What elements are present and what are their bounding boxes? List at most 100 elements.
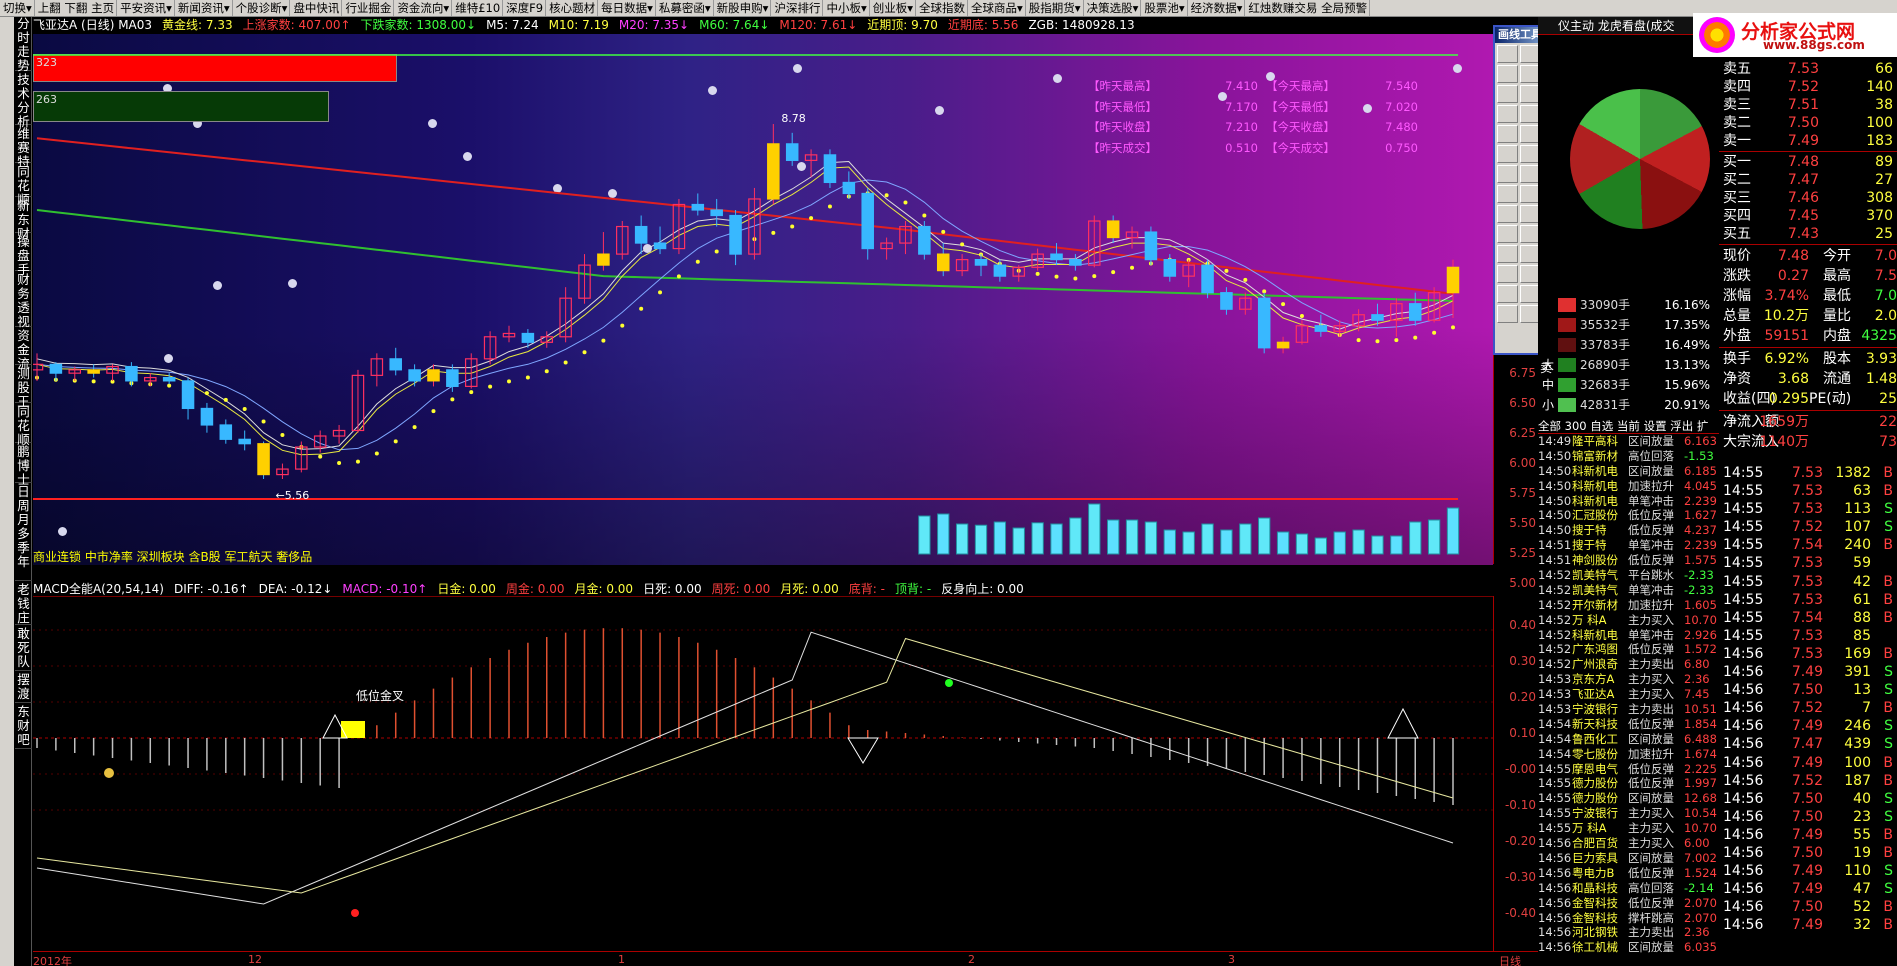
alert-row[interactable]: 14:52 科新机电 单笔冲击 2.926 [1538, 628, 1719, 643]
menu-item[interactable]: 红烛数赚交易 全局预警 [1245, 0, 1371, 16]
alert-row[interactable]: 14:51 神剑股份 低位反弹 1.575 [1538, 553, 1719, 568]
menu-item[interactable]: 股指期货▾ [1026, 0, 1084, 16]
alert-row[interactable]: 14:55 宁波银行 主力买入 10.54 [1538, 806, 1719, 821]
left-tab[interactable]: 测股王 [15, 367, 32, 409]
drawing-tool-button[interactable] [1497, 265, 1518, 283]
tick-price: 7.49 [1791, 664, 1823, 681]
right-tabs-text[interactable]: 仪主动 龙虎看盘(成交 [1538, 19, 1675, 33]
alert-row[interactable]: 14:52 开尔新材 加速拉升 1.605 [1538, 598, 1719, 613]
drawing-tool-button[interactable] [1497, 85, 1518, 103]
alert-row[interactable]: 14:56 金智科技 撑杆跳高 2.070 [1538, 911, 1719, 926]
drawing-tool-button[interactable] [1497, 305, 1518, 323]
menu-item[interactable]: 沪深排行 [771, 0, 824, 16]
drawing-tool-button[interactable] [1497, 225, 1518, 243]
alert-row[interactable]: 14:52 广东鸿图 低位反弹 1.572 [1538, 642, 1719, 657]
menu-item[interactable]: 盘中快讯 [290, 0, 343, 16]
alert-row[interactable]: 14:50 搜于特 低位反弹 4.237 [1538, 523, 1719, 538]
menu-item[interactable]: 股票池▾ [1141, 0, 1188, 16]
alert-row[interactable]: 14:56 徐工机械 区间放量 6.035 [1538, 940, 1719, 955]
left-tab[interactable]: 东财吧 [15, 705, 32, 749]
alert-row[interactable]: 14:50 汇冠股份 低位反弹 1.627 [1538, 508, 1719, 523]
alert-row[interactable]: 14:50 锦富新材 高位回落 -1.53 [1538, 449, 1719, 464]
menu-item[interactable]: 切换▾ [0, 0, 35, 16]
alert-value: 1.997 [1684, 776, 1717, 791]
alert-row[interactable]: 14:50 科新机电 加速拉升 4.045 [1538, 479, 1719, 494]
menu-item[interactable]: 上翻 下翻 主页 [35, 0, 118, 16]
menu-item[interactable]: 新股申购▾ [714, 0, 772, 16]
alert-row[interactable]: 14:50 科新机电 区间放量 6.185 [1538, 464, 1719, 479]
alert-list[interactable]: 全部 300 自选 当前 设置 浮出 扩 14:49 隆平高科 区间放量 6.163 1… [1538, 418, 1719, 955]
tick-time: 14:56 [1723, 700, 1764, 717]
alert-row[interactable]: 14:54 新天科技 低位反弹 1.854 [1538, 717, 1719, 732]
alert-list-header[interactable]: 全部 300 自选 当前 设置 浮出 扩 [1538, 418, 1719, 434]
left-tab[interactable]: 新东财 [15, 199, 32, 241]
menu-item[interactable]: 个股诊断▾ [233, 0, 291, 16]
menu-item[interactable]: 资金流向▾ [394, 0, 453, 16]
alert-row[interactable]: 14:56 粤电力B 低位反弹 1.524 [1538, 866, 1719, 881]
alert-row[interactable]: 14:55 万 科A 主力买入 10.70 [1538, 821, 1719, 836]
alert-row[interactable]: 14:50 科新机电 单笔冲击 2.239 [1538, 494, 1719, 509]
menu-item[interactable]: 创业板▾ [870, 0, 917, 16]
left-tab[interactable]: 同花顺 [15, 165, 32, 207]
menu-item[interactable]: 全球商品▾ [968, 0, 1026, 16]
alert-row[interactable]: 14:56 金智科技 低位反弹 2.070 [1538, 896, 1719, 911]
candlestick-chart[interactable]: 323 263 8.78 ←5.56 【昨天最高】 7.410 【今天最高】 7.540… [33, 34, 1493, 565]
alert-row[interactable]: 14:51 搜于特 单笔冲击 2.239 [1538, 538, 1719, 553]
left-tab[interactable]: 鹏博士 [15, 445, 32, 487]
macd-panel[interactable]: 低位金叉 [33, 596, 1493, 951]
alert-row[interactable]: 14:56 巨力索具 区间放量 7.002 [1538, 851, 1719, 866]
left-tab[interactable]: 技术分析 [15, 73, 32, 129]
drawing-tool-button[interactable] [1497, 185, 1518, 203]
alert-row[interactable]: 14:52 凯美特气 平台跳水 -2.33 [1538, 568, 1719, 583]
alert-row[interactable]: 14:56 合肥百货 主力买入 6.00 [1538, 836, 1719, 851]
menu-item[interactable]: 中小板▾ [823, 0, 870, 16]
alert-row[interactable]: 14:55 德力股份 区间放量 12.68 [1538, 791, 1719, 806]
alert-row[interactable]: 14:49 隆平高科 区间放量 6.163 [1538, 434, 1719, 449]
menu-item[interactable]: 经济数据▾ [1188, 0, 1246, 16]
alert-row[interactable]: 14:56 河北钢铁 主力卖出 2.36 [1538, 925, 1719, 940]
alert-row[interactable]: 14:53 京东方A 主力买入 2.36 [1538, 672, 1719, 687]
alert-signal: 区间放量 [1628, 791, 1674, 806]
drawing-tool-button[interactable] [1497, 125, 1518, 143]
alert-row[interactable]: 14:54 鲁西化工 区间放量 6.488 [1538, 732, 1719, 747]
menu-item[interactable]: 私募密函▾ [656, 0, 714, 16]
menu-item[interactable]: 每日数据▾ [598, 0, 656, 16]
left-tab[interactable]: 财务透视 [15, 273, 32, 329]
alert-row[interactable]: 14:55 摩恩电气 低位反弹 2.225 [1538, 762, 1719, 777]
menu-item[interactable]: 维特£10 [452, 0, 504, 16]
menu-item[interactable]: 深度F9 [503, 0, 547, 16]
left-tab[interactable]: 敢死队 [15, 627, 32, 671]
left-tab[interactable]: 日周月多季年 [15, 485, 32, 581]
alert-row[interactable]: 14:53 宁波银行 主力卖出 10.51 [1538, 702, 1719, 717]
alert-row[interactable]: 14:52 广州浪奇 主力卖出 6.80 [1538, 657, 1719, 672]
left-tab[interactable]: 操盘手 [15, 235, 32, 277]
alert-row[interactable]: 14:52 万 科A 主力买入 10.70 [1538, 613, 1719, 628]
drawing-tool-button[interactable] [1497, 105, 1518, 123]
alert-row[interactable]: 14:56 和晶科技 高位回落 -2.14 [1538, 881, 1719, 896]
drawing-tool-button[interactable] [1497, 285, 1518, 303]
alert-row[interactable]: 14:54 零七股份 加速拉升 1.674 [1538, 747, 1719, 762]
menu-item[interactable]: 决策选股▾ [1084, 0, 1142, 16]
alert-row[interactable]: 14:55 德力股份 低位反弹 1.997 [1538, 776, 1719, 791]
menu-item[interactable]: 平安资讯▾ [117, 0, 175, 16]
drawing-tool-button[interactable] [1497, 45, 1518, 63]
drawing-tool-button[interactable] [1497, 245, 1518, 263]
drawing-tool-button[interactable] [1497, 145, 1518, 163]
menu-item[interactable]: 全球指数 [916, 0, 969, 16]
menu-item[interactable]: 行业掘金 [342, 0, 395, 16]
menu-item[interactable]: 新闻资讯▾ [175, 0, 233, 16]
left-tab[interactable]: 分时走势 [15, 17, 32, 73]
menu-item[interactable]: 核心题材 [546, 0, 599, 16]
candle [49, 362, 63, 381]
left-tab[interactable]: 同花顺 [15, 405, 32, 447]
left-tab[interactable]: 维赛特 [15, 127, 32, 169]
alert-row[interactable]: 14:52 凯美特气 单笔冲击 -2.33 [1538, 583, 1719, 598]
drawing-tool-button[interactable] [1497, 205, 1518, 223]
drawing-tool-button[interactable] [1497, 165, 1518, 183]
left-tab[interactable]: 资金流 [15, 329, 32, 371]
alert-row[interactable]: 14:53 飞亚达A 主力买入 7.45 [1538, 687, 1719, 702]
history-label: 【昨天最低】 [1088, 99, 1157, 114]
left-tab[interactable]: 老钱庄 [15, 583, 32, 625]
left-tab[interactable]: 摆渡 [15, 673, 32, 703]
drawing-tool-button[interactable] [1497, 65, 1518, 83]
